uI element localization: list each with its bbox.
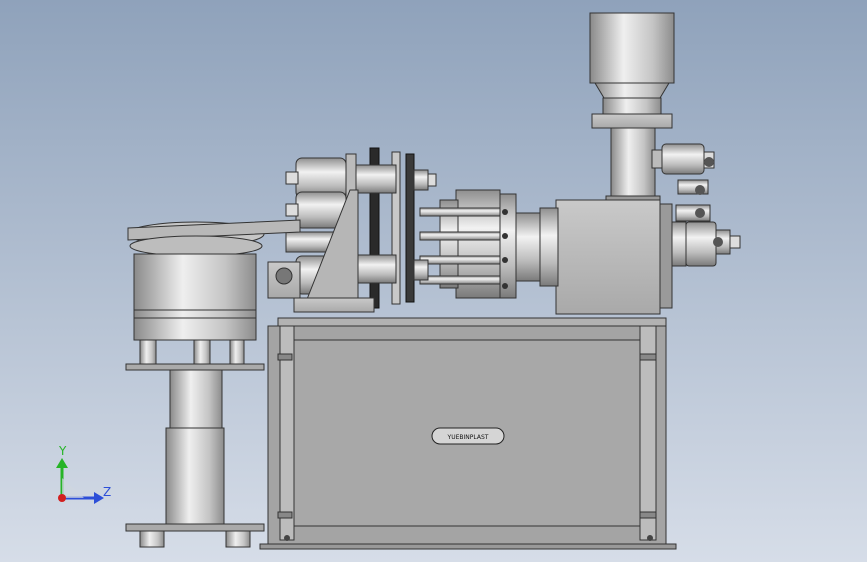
nameplate: YUEBINPLAST xyxy=(431,427,505,445)
nameplate-text: YUEBINPLAST xyxy=(447,434,489,441)
origin-icon xyxy=(58,494,66,502)
cad-model-view: YUEBINPLAST Y Z xyxy=(0,0,867,562)
cad-viewport[interactable]: YUEBINPLAST Y Z xyxy=(0,0,867,562)
z-axis-label: Z xyxy=(103,485,111,499)
y-axis-label: Y xyxy=(58,444,67,458)
